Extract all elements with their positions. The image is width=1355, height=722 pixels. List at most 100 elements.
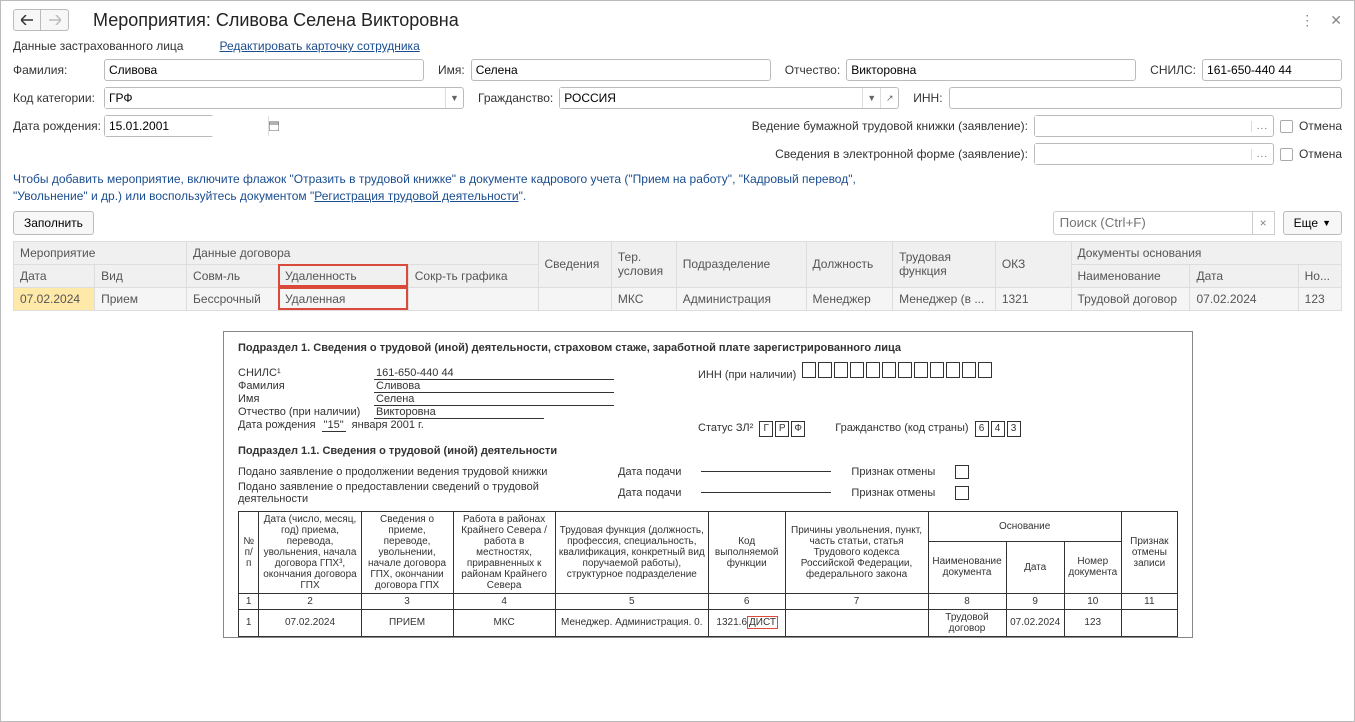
- insured-section-label: Данные застрахованного лица: [13, 39, 183, 53]
- kebab-icon[interactable]: ⋮: [1300, 12, 1314, 29]
- paper-book-cancel-checkbox[interactable]: [1280, 120, 1293, 133]
- th-ddate: Дата: [1190, 264, 1298, 287]
- search-clear-button[interactable]: ×: [1253, 211, 1275, 235]
- nav-forward-button[interactable]: [41, 9, 69, 31]
- category-dropdown-button[interactable]: ▼: [445, 88, 463, 108]
- cell-podr: Администрация: [676, 287, 806, 310]
- electronic-cancel-checkbox[interactable]: [1280, 148, 1293, 161]
- r-status-boxes: ГРФ: [759, 421, 805, 437]
- cell-date: 07.02.2024: [14, 287, 95, 310]
- th-naim: Наименование: [1071, 264, 1190, 287]
- cell-sokr: [408, 287, 538, 310]
- th-no: Но...: [1298, 264, 1341, 287]
- cell-trud: Менеджер (в ...: [893, 287, 996, 310]
- cell-naim: Трудовой договор: [1071, 287, 1190, 310]
- edit-employee-link[interactable]: Редактировать карточку сотрудника: [219, 39, 419, 53]
- th-sovm: Совм-ль: [187, 264, 279, 287]
- th-okz: ОКЗ: [995, 241, 1071, 287]
- electronic-label: Сведения в электронной форме (заявление)…: [775, 147, 1028, 161]
- report-table: № п/п Дата (число, месяц, год) приема, п…: [238, 511, 1178, 637]
- r-snils: 161-650-440 44: [374, 367, 614, 380]
- inn-input[interactable]: [949, 87, 1342, 109]
- inn-label: ИНН:: [913, 91, 942, 105]
- report-subtitle: Подраздел 1.1. Сведения о трудовой (иной…: [238, 445, 1178, 457]
- th-sved: Сведения: [538, 241, 611, 287]
- r-surname-label: Фамилия: [238, 380, 368, 392]
- cell-ddate: 07.02.2024: [1190, 287, 1298, 310]
- fill-button[interactable]: Заполнить: [13, 211, 94, 235]
- r-snils-label: СНИЛС¹: [238, 367, 368, 379]
- r-citizenship-boxes: 643: [975, 421, 1021, 437]
- report-table-row: 1 07.02.2024 ПРИЕМ МКС Менеджер. Админис…: [239, 609, 1178, 636]
- th-date: Дата: [14, 264, 95, 287]
- r-patronymic: Викторовна: [374, 406, 544, 419]
- th-contract: Данные договора: [187, 241, 538, 264]
- table-row[interactable]: 07.02.2024 Прием Бессрочный Удаленная МК…: [14, 287, 1342, 310]
- patronymic-label: Отчество:: [785, 63, 841, 77]
- search-input[interactable]: [1053, 211, 1253, 235]
- cell-dolzh: Менеджер: [806, 287, 893, 310]
- paper-book-label: Ведение бумажной трудовой книжки (заявле…: [752, 119, 1028, 133]
- r-cancel-checkbox-2: [955, 486, 969, 500]
- more-button[interactable]: Еще ▼: [1283, 211, 1342, 235]
- cell-sved: [538, 287, 611, 310]
- cell-okz: 1321: [995, 287, 1071, 310]
- th-trud: Трудовая функция: [893, 241, 996, 287]
- report-title: Подраздел 1. Сведения о трудовой (иной) …: [238, 342, 1178, 354]
- r-paper-date: [701, 471, 831, 472]
- cell-no: 123: [1298, 287, 1341, 310]
- calendar-icon: [269, 121, 279, 131]
- snils-input[interactable]: [1202, 59, 1342, 81]
- paper-book-cancel-label: Отмена: [1299, 119, 1342, 133]
- paper-book-choose-button[interactable]: ...: [1251, 121, 1273, 132]
- r-name-label: Имя: [238, 393, 368, 405]
- th-dolzh: Должность: [806, 241, 893, 287]
- r-date-submit-2: Дата подачи: [618, 487, 681, 499]
- r-elec-label: Подано заявление о предоставлении сведен…: [238, 481, 598, 505]
- electronic-input[interactable]: [1035, 144, 1251, 164]
- th-ter: Тер. условия: [611, 241, 676, 287]
- citizenship-dropdown-button[interactable]: ▼: [862, 88, 880, 108]
- citizenship-label: Гражданство:: [478, 91, 553, 105]
- r-citizenship-label: Гражданство (код страны): [835, 422, 968, 434]
- dob-calendar-button[interactable]: [268, 116, 279, 136]
- dob-label: Дата рождения:: [13, 119, 98, 133]
- th-event: Мероприятие: [14, 241, 187, 264]
- events-table[interactable]: Мероприятие Данные договора Сведения Тер…: [13, 241, 1342, 311]
- cell-udal: Удаленная: [278, 287, 408, 310]
- r-inn-boxes: [802, 362, 992, 378]
- r-surname: Сливова: [374, 380, 614, 393]
- category-input[interactable]: [105, 88, 445, 108]
- report-panel: Подраздел 1. Сведения о трудовой (иной) …: [223, 331, 1193, 638]
- surname-input[interactable]: [104, 59, 424, 81]
- th-sokr: Сокр-ть графика: [408, 264, 538, 287]
- r-patronymic-label: Отчество (при наличии): [238, 406, 368, 418]
- snils-label: СНИЛС:: [1150, 63, 1196, 77]
- th-udal: Удаленность: [278, 264, 408, 287]
- r-name: Селена: [374, 393, 614, 406]
- r-inn-label: ИНН (при наличии): [698, 369, 796, 381]
- r-dob: Дата рождения "15" января 2001 г.: [238, 419, 658, 432]
- nav-back-button[interactable]: [13, 9, 41, 31]
- cell-ter: МКС: [611, 287, 676, 310]
- electronic-choose-button[interactable]: ...: [1251, 149, 1273, 160]
- electronic-cancel-label: Отмена: [1299, 147, 1342, 161]
- dist-highlight: ДИСТ: [748, 617, 777, 628]
- citizenship-open-button[interactable]: ↗: [880, 88, 898, 108]
- hint-register-link[interactable]: Регистрация трудовой деятельности: [314, 189, 518, 203]
- r-cancel-flag-1: Признак отмены: [851, 466, 935, 478]
- hint-text: Чтобы добавить мероприятие, включите фла…: [13, 171, 1342, 205]
- citizenship-input[interactable]: [560, 88, 862, 108]
- category-label: Код категории:: [13, 91, 98, 105]
- patronymic-input[interactable]: [846, 59, 1136, 81]
- cell-sovm: Бессрочный: [187, 287, 279, 310]
- dob-input[interactable]: [105, 116, 268, 136]
- name-input[interactable]: [471, 59, 771, 81]
- close-icon[interactable]: ✕: [1330, 12, 1342, 29]
- r-cancel-checkbox-1: [955, 465, 969, 479]
- r-status-label: Статус ЗЛ²: [698, 422, 753, 434]
- name-label: Имя:: [438, 63, 465, 77]
- paper-book-input[interactable]: [1035, 116, 1251, 136]
- surname-label: Фамилия:: [13, 63, 98, 77]
- r-paper-label: Подано заявление о продолжении ведения т…: [238, 466, 598, 478]
